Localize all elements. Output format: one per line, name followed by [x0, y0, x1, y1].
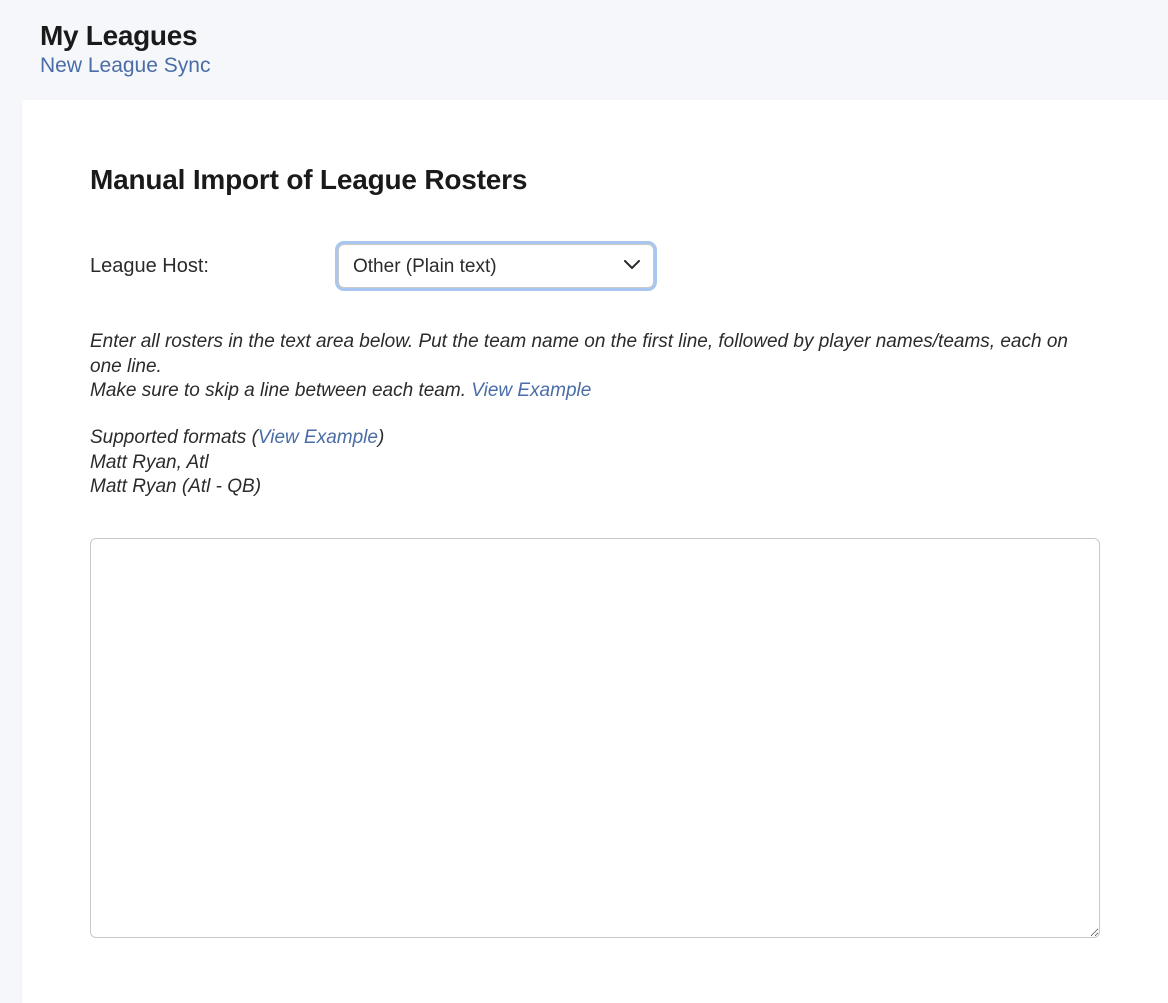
- formats-label-suffix: ): [378, 427, 384, 448]
- page-title: My Leagues: [40, 20, 1168, 52]
- formats-block: Supported formats (View Example) Matt Ry…: [90, 426, 1100, 500]
- format-example-2: Matt Ryan (Atl - QB): [90, 476, 261, 497]
- page-header: My Leagues New League Sync: [0, 0, 1168, 92]
- formats-label-prefix: Supported formats (: [90, 427, 258, 448]
- roster-textarea[interactable]: [90, 538, 1100, 938]
- league-host-select[interactable]: Other (Plain text): [338, 244, 654, 288]
- section-title: Manual Import of League Rosters: [90, 164, 1100, 196]
- instructions-block: Enter all rosters in the text area below…: [90, 330, 1100, 404]
- instructions-line2: Make sure to skip a line between each te…: [90, 380, 471, 401]
- league-host-label: League Host:: [90, 255, 338, 278]
- league-host-row: League Host: Other (Plain text): [90, 244, 1100, 288]
- content-card: Manual Import of League Rosters League H…: [22, 100, 1168, 1003]
- view-example-link-2[interactable]: View Example: [258, 427, 378, 448]
- format-example-1: Matt Ryan, Atl: [90, 452, 209, 473]
- view-example-link-1[interactable]: View Example: [471, 380, 591, 401]
- breadcrumb-new-league-sync[interactable]: New League Sync: [40, 54, 1168, 78]
- instructions-line1: Enter all rosters in the text area below…: [90, 331, 1068, 377]
- league-host-select-wrap: Other (Plain text): [338, 244, 654, 288]
